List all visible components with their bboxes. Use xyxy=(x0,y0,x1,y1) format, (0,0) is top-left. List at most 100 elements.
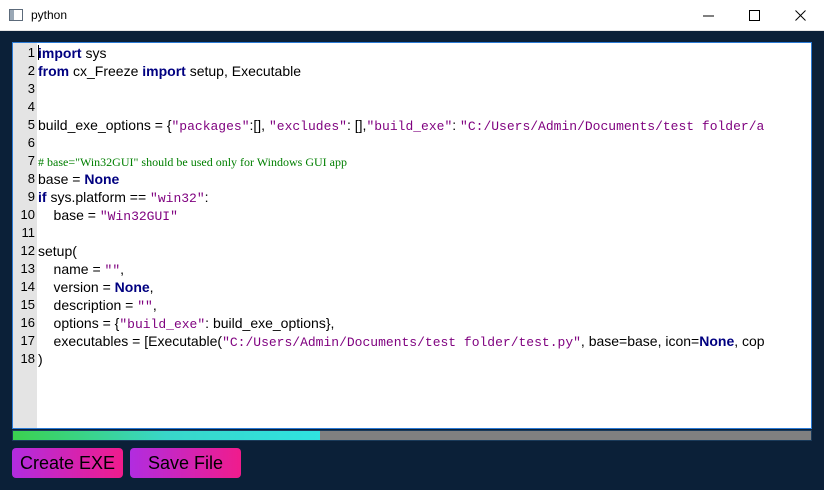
code-token: , base=base, icon= xyxy=(580,333,700,349)
create-exe-button[interactable]: Create EXE xyxy=(12,448,123,478)
code-token: "Win32GUI" xyxy=(99,209,178,224)
progress-bar-fill xyxy=(13,431,321,440)
line-code: if sys.platform == "win32": xyxy=(38,188,209,208)
code-token: : xyxy=(452,117,461,133)
code-token: version = xyxy=(38,279,115,295)
line-number: 4 xyxy=(27,99,35,114)
code-token: , cop xyxy=(734,333,765,349)
line-number: 13 xyxy=(20,261,35,276)
code-line: 3 xyxy=(13,80,811,98)
code-token: name = xyxy=(38,261,105,277)
code-token: "" xyxy=(137,299,153,314)
code-token: if xyxy=(38,189,47,205)
code-token: "C:/Users/Admin/Documents/test folder/te… xyxy=(222,335,581,350)
line-number: 8 xyxy=(27,171,35,186)
line-number: 2 xyxy=(27,63,35,78)
title-bar: python xyxy=(0,0,824,31)
save-file-button[interactable]: Save File xyxy=(130,448,241,478)
line-code: import sys xyxy=(38,44,106,62)
code-line: 5 build_exe_options = {"packages":[], "ex… xyxy=(13,116,811,136)
line-number: 3 xyxy=(27,81,35,96)
line-code: executables = [Executable("C:/Users/Admi… xyxy=(38,332,765,352)
main-window-body: 1 import sys 2 from cx_Freeze import setup,… xyxy=(0,31,824,490)
code-token: : [], xyxy=(346,117,367,133)
maximize-button[interactable] xyxy=(732,0,778,31)
line-number: 11 xyxy=(21,225,36,240)
code-token: None xyxy=(84,171,120,187)
minimize-button[interactable] xyxy=(686,0,732,31)
line-code: name = "", xyxy=(38,260,125,280)
line-number: 18 xyxy=(20,351,35,366)
line-number: 14 xyxy=(20,279,35,294)
code-token: setup, Executable xyxy=(185,63,302,79)
window-title: python xyxy=(31,8,68,22)
line-code: # base="Win32GUI" should be used only fo… xyxy=(38,152,347,171)
line-number: 15 xyxy=(20,297,35,312)
line-number: 5 xyxy=(27,117,35,132)
code-line: 18) xyxy=(13,350,811,368)
line-number: 10 xyxy=(20,207,35,222)
line-number: 1 xyxy=(27,45,35,60)
code-token: executables = [Executable( xyxy=(38,333,223,349)
code-line: 4 xyxy=(13,98,811,116)
line-number: 6 xyxy=(27,135,35,150)
code-line: 12 setup( xyxy=(13,242,811,260)
code-token: setup( xyxy=(38,243,77,259)
code-line: 14 version = None, xyxy=(13,278,811,296)
minimize-icon xyxy=(703,15,714,17)
line-code: from cx_Freeze import setup, Executable xyxy=(38,62,301,80)
code-token: build_exe_options = { xyxy=(38,117,172,133)
progress-bar xyxy=(12,430,812,441)
close-button[interactable] xyxy=(778,0,824,31)
code-token: "win32" xyxy=(150,191,205,206)
code-line: 11 xyxy=(13,224,811,242)
line-code: base = None xyxy=(38,170,119,188)
code-token: "build_exe" xyxy=(366,119,453,134)
code-token: options = { xyxy=(38,315,120,331)
code-token: : build_exe_options}, xyxy=(205,315,335,331)
line-code: base = "Win32GUI" xyxy=(38,206,178,226)
code-line: 6 xyxy=(13,134,811,152)
code-token: "excludes" xyxy=(268,119,347,134)
python-app-icon xyxy=(9,9,23,21)
line-code: build_exe_options = {"packages":[], "exc… xyxy=(38,116,764,136)
line-code: setup( xyxy=(38,242,77,260)
close-icon xyxy=(795,10,806,21)
code-token: cx_Freeze xyxy=(69,63,143,79)
line-code: version = None, xyxy=(38,278,154,296)
code-line: 16 options = {"build_exe": build_exe_opt… xyxy=(13,314,811,334)
code-editor[interactable]: 1 import sys 2 from cx_Freeze import setup,… xyxy=(12,42,812,429)
line-number: 16 xyxy=(20,315,35,330)
code-token: :[], xyxy=(249,117,269,133)
code-token: # base="Win32GUI" should be used only fo… xyxy=(38,155,347,169)
line-code: description = "", xyxy=(38,296,157,316)
code-token: base = xyxy=(38,207,100,223)
code-line: 2 from cx_Freeze import setup, Executable xyxy=(13,62,811,80)
code-line: 13 name = "", xyxy=(13,260,811,280)
code-line: 7 # base="Win32GUI" should be used only f… xyxy=(13,152,811,171)
code-line: 17 executables = [Executable("C:/Users/A… xyxy=(13,332,811,352)
code-token: sys xyxy=(81,45,107,61)
code-token: : xyxy=(204,189,209,205)
code-token: , xyxy=(149,279,154,295)
line-code: options = {"build_exe": build_exe_option… xyxy=(38,314,335,334)
line-number: 9 xyxy=(27,189,35,204)
code-token: import xyxy=(38,45,82,61)
code-token: ) xyxy=(38,351,43,367)
code-line: 10 base = "Win32GUI" xyxy=(13,206,811,226)
line-number: 12 xyxy=(20,243,35,258)
code-token: "C:/Users/Admin/Documents/test folder/a xyxy=(460,119,765,134)
code-line: 15 description = "", xyxy=(13,296,811,316)
maximize-icon xyxy=(749,10,760,21)
code-token: import xyxy=(142,63,186,79)
line-number: 17 xyxy=(20,333,35,348)
code-line: 9 if sys.platform == "win32": xyxy=(13,188,811,208)
code-token: "build_exe" xyxy=(119,317,206,332)
code-token: from xyxy=(38,63,70,79)
code-line: 8 base = None xyxy=(13,170,811,188)
code-token: , xyxy=(120,261,125,277)
code-token: None xyxy=(699,333,735,349)
code-token: "packages" xyxy=(171,119,250,134)
code-token: "" xyxy=(104,263,121,278)
code-token: None xyxy=(114,279,150,295)
